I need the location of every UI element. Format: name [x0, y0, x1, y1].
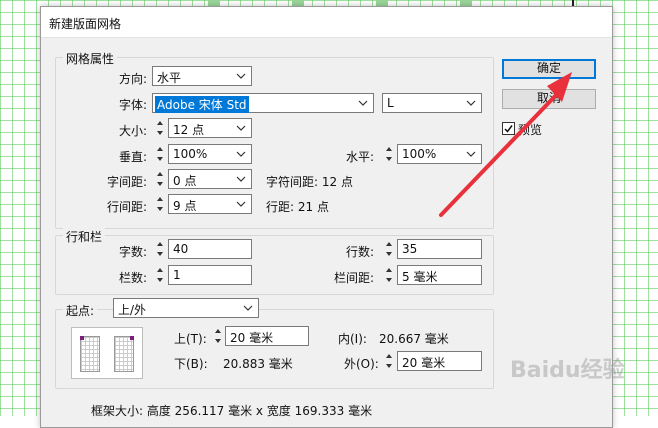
vertical-scale-label: 垂直:: [119, 150, 148, 164]
line-spacing-result: 行距: 21 点: [266, 200, 329, 214]
bottom-margin-label: 下(B):: [174, 357, 208, 371]
left-page-thumbnail: [80, 336, 100, 372]
columns-value: 1: [173, 268, 181, 282]
checkmark-icon: [504, 125, 513, 133]
horizontal-scale-spinner[interactable]: [383, 144, 395, 164]
font-style-select[interactable]: L: [382, 93, 482, 113]
chevron-down-icon: [355, 94, 371, 112]
preview-label: 预览: [518, 123, 543, 137]
chars-per-line-label: 字数:: [119, 245, 148, 259]
inner-margin-value: 20.667 毫米: [379, 332, 449, 346]
ok-button[interactable]: 确定: [502, 59, 596, 79]
size-select[interactable]: 12 点: [168, 118, 252, 138]
chevron-down-icon: [233, 170, 249, 188]
chevron-down-icon: [463, 145, 479, 163]
rows-value: 35: [402, 242, 418, 256]
gutter-label: 栏间距:: [334, 271, 375, 285]
columns-input[interactable]: 1: [168, 265, 252, 285]
direction-select[interactable]: 水平: [152, 66, 252, 86]
line-spacing-spinner[interactable]: [154, 194, 166, 214]
chars-per-line-spinner[interactable]: [154, 239, 166, 259]
rows-input[interactable]: 35: [397, 239, 482, 259]
font-family-select[interactable]: Adobe 宋体 Std: [152, 93, 374, 113]
font-label: 字体:: [119, 98, 148, 112]
bottom-margin-value: 20.883 毫米: [223, 357, 293, 371]
inner-margin-label: 内(I):: [338, 332, 367, 346]
start-point-value: 上/外: [118, 303, 147, 317]
corner-marker: [80, 336, 84, 340]
top-margin-input[interactable]: 20 毫米: [225, 326, 309, 346]
frame-size-text: 框架大小: 高度 256.117 毫米 x 宽度 169.333 毫米: [91, 404, 373, 418]
line-spacing-select[interactable]: 9 点: [168, 194, 252, 214]
columns-label: 栏数:: [119, 271, 148, 285]
vertical-scale-value: 100%: [173, 147, 208, 161]
gutter-spinner[interactable]: [383, 265, 395, 285]
rows-cols-legend: 行和栏: [63, 228, 106, 245]
right-page-thumbnail: [114, 336, 134, 372]
gutter-input[interactable]: 5 毫米: [397, 265, 482, 285]
horizontal-scale-value: 100%: [402, 147, 437, 161]
chevron-down-icon: [233, 119, 249, 137]
char-spacing-select[interactable]: 0 点: [168, 169, 252, 189]
dialog-titlebar: 新建版面网格: [41, 7, 612, 38]
line-spacing-label: 行间距:: [107, 200, 148, 214]
chars-per-line-value: 40: [173, 242, 189, 256]
horizontal-scale-select[interactable]: 100%: [397, 144, 482, 164]
rows-label: 行数:: [346, 245, 375, 259]
font-family-value: Adobe 宋体 Std: [155, 96, 249, 113]
top-margin-label: 上(T):: [174, 332, 207, 346]
direction-value: 水平: [157, 71, 182, 85]
char-spacing-label: 字间距:: [107, 175, 148, 189]
dialog-title: 新建版面网格: [49, 17, 122, 31]
chevron-down-icon: [233, 145, 249, 163]
preview-checkbox[interactable]: [502, 122, 515, 135]
top-margin-value: 20 毫米: [230, 331, 274, 345]
rows-spinner[interactable]: [383, 239, 395, 259]
outer-margin-input[interactable]: 20 毫米: [397, 351, 482, 371]
size-value: 12 点: [173, 123, 205, 137]
start-point-select[interactable]: 上/外: [113, 298, 259, 318]
horizontal-scale-label: 水平:: [346, 150, 375, 164]
size-label: 大小:: [119, 124, 148, 138]
corner-marker: [130, 336, 134, 340]
outer-margin-spinner[interactable]: [383, 351, 395, 371]
start-point-preview: [71, 327, 143, 379]
size-spinner[interactable]: [154, 118, 166, 138]
vertical-scale-select[interactable]: 100%: [168, 144, 252, 164]
line-spacing-value: 9 点: [173, 199, 197, 213]
direction-label: 方向:: [119, 72, 148, 86]
font-style-value: L: [387, 96, 394, 110]
char-spacing-spinner[interactable]: [154, 169, 166, 189]
outer-margin-label: 外(O):: [344, 357, 379, 371]
gutter-value: 5 毫米: [402, 270, 438, 284]
vertical-scale-spinner[interactable]: [154, 144, 166, 164]
char-spacing-result: 字符间距: 12 点: [266, 175, 353, 189]
grid-properties-legend: 网格属性: [63, 50, 118, 67]
chevron-down-icon: [463, 94, 479, 112]
outer-margin-value: 20 毫米: [402, 356, 446, 370]
chars-per-line-input[interactable]: 40: [168, 239, 252, 259]
columns-spinner[interactable]: [154, 265, 166, 285]
top-margin-spinner[interactable]: [212, 326, 224, 346]
chevron-down-icon: [233, 67, 249, 85]
start-point-label: 起点:: [63, 302, 98, 319]
char-spacing-value: 0 点: [173, 174, 197, 188]
watermark: Baidu经验: [510, 358, 625, 383]
cancel-button[interactable]: 取消: [502, 89, 596, 109]
chevron-down-icon: [240, 299, 256, 317]
chevron-down-icon: [233, 195, 249, 213]
